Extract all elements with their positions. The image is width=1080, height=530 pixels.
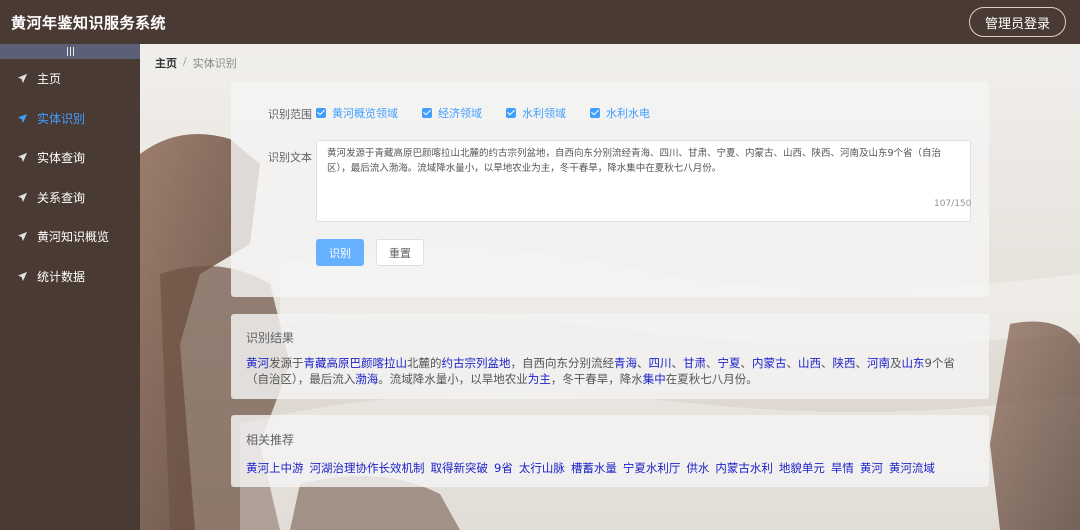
result-segment: ，冬干春旱，降水 (550, 372, 643, 386)
scope-checkbox-label: 经济领域 (438, 107, 482, 120)
sidebar-item-label: 主页 (37, 72, 62, 87)
result-segment: 、 (821, 356, 833, 370)
recommend-link[interactable]: 供水 (686, 460, 709, 476)
scope-label: 识别范围 (268, 108, 312, 121)
main-content: 主页 / 实体识别 识别范围 黄河概览领域 经济领域 水利领域 水利水电 识别文本 1… (140, 44, 1080, 530)
sidebar-item-label: 黄河知识概览 (37, 230, 110, 245)
entity-highlight[interactable]: 内蒙古 (752, 356, 787, 370)
recommend-link[interactable]: 黄河流域 (889, 460, 935, 476)
result-segment: 、 (671, 356, 684, 370)
recognition-form-card: 识别范围 黄河概览领域经济领域水利领域水利水电 识别文本 107/150 识别 … (231, 81, 989, 297)
recommend-link[interactable]: 宁夏水利厅 (623, 460, 681, 476)
result-segment: 、 (637, 356, 649, 370)
sidebar-item-3[interactable]: 关系查询 (0, 178, 140, 218)
sidebar-item-4[interactable]: 黄河知识概览 (0, 217, 140, 257)
result-segment: 、 (740, 356, 753, 370)
entity-highlight[interactable]: 青海 (614, 356, 637, 370)
recommend-link[interactable]: 黄河 (860, 460, 883, 476)
scope-checkbox-label: 水利领域 (522, 107, 566, 120)
send-icon (17, 153, 28, 163)
result-segment: ，自西向东分别流经 (510, 356, 615, 370)
sidebar-item-label: 实体识别 (37, 111, 86, 126)
recognition-textarea[interactable] (316, 140, 971, 222)
result-segment: 、 (786, 356, 799, 370)
result-segment: 在夏秋七八月份。 (665, 372, 758, 386)
recommend-card: 相关推荐 黄河上中游 河湖治理协作长效机制 取得新突破 9省 太行山脉 槽蓄水量 宁夏水利厅… (231, 415, 989, 487)
recommend-link[interactable]: 河湖治理协作长效机制 (310, 460, 425, 476)
sidebar-item-label: 统计数据 (37, 269, 86, 284)
result-text: 黄河发源于青藏高原巴颜喀拉山北麓的约古宗列盆地，自西向东分别流经青海、四川、甘肃… (246, 355, 976, 387)
sidebar-item-label: 关系查询 (37, 190, 86, 205)
entity-highlight[interactable]: 甘肃 (683, 356, 706, 370)
sidebar-item-5[interactable]: 统计数据 (0, 257, 140, 297)
entity-highlight[interactable]: 宁夏 (718, 356, 741, 370)
result-segment: 、 (706, 356, 718, 370)
admin-login-button[interactable]: 管理员登录 (968, 7, 1066, 37)
collapse-icon (66, 47, 74, 56)
result-segment: 及 (890, 356, 902, 370)
entity-highlight[interactable]: 为主 (528, 372, 551, 386)
scope-checkbox-group: 黄河概览领域 经济领域 水利领域 水利水电 (316, 105, 650, 121)
recommend-link[interactable]: 旱情 (831, 460, 854, 476)
recommend-link[interactable]: 黄河上中游 (246, 460, 304, 476)
sidebar-item-1[interactable]: 实体识别 (0, 99, 140, 139)
sidebar-item-0[interactable]: 主页 (0, 59, 140, 99)
breadcrumb-home[interactable]: 主页 (155, 55, 177, 71)
collapse-toggle[interactable] (0, 44, 140, 59)
checkbox-checked-icon (506, 108, 516, 118)
send-icon (17, 271, 28, 281)
recommend-title: 相关推荐 (246, 433, 295, 447)
checkbox-checked-icon (422, 108, 432, 118)
scope-checkbox-2[interactable]: 水利领域 (506, 105, 566, 121)
sidebar-item-label: 实体查询 (37, 151, 86, 166)
scope-checkbox-label: 水利水电 (606, 107, 650, 120)
scope-checkbox-label: 黄河概览领域 (332, 107, 398, 120)
top-bar: 黄河年鉴知识服务系统 管理员登录 (0, 0, 1080, 44)
send-icon (17, 113, 28, 123)
entity-highlight[interactable]: 河南 (867, 356, 890, 370)
entity-highlight[interactable]: 陕西 (833, 356, 856, 370)
breadcrumb: 主页 / 实体识别 (155, 55, 237, 71)
recommend-link[interactable]: 取得新突破 (431, 460, 489, 476)
text-label: 识别文本 (268, 151, 312, 164)
entity-highlight[interactable]: 集中 (643, 372, 666, 386)
recommend-link[interactable]: 地貌单元 (779, 460, 825, 476)
app-title: 黄河年鉴知识服务系统 (11, 13, 167, 32)
checkbox-checked-icon (590, 108, 600, 118)
send-icon (17, 232, 28, 242)
sidebar-item-2[interactable]: 实体查询 (0, 138, 140, 178)
entity-highlight[interactable]: 四川 (649, 356, 672, 370)
sidebar-menu: 主页实体识别实体查询关系查询黄河知识概览 统计数据 (0, 59, 140, 296)
recommend-link[interactable]: 槽蓄水量 (571, 460, 617, 476)
recommend-link[interactable]: 太行山脉 (519, 460, 565, 476)
checkbox-checked-icon (316, 108, 326, 118)
word-count: 107/150 (934, 199, 972, 209)
breadcrumb-separator: / (183, 55, 187, 68)
result-card: 识别结果 黄河发源于青藏高原巴颜喀拉山北麓的约古宗列盆地，自西向东分别流经青海、… (231, 314, 989, 399)
entity-highlight[interactable]: 约古宗列盆地 (442, 356, 511, 370)
result-segment: 北麓的 (407, 356, 442, 370)
result-title: 识别结果 (246, 331, 295, 345)
entity-highlight[interactable]: 黄河 (246, 356, 269, 370)
scope-checkbox-0[interactable]: 黄河概览领域 (316, 105, 398, 121)
result-segment: 、 (855, 356, 868, 370)
entity-highlight[interactable]: 青藏高原巴颜喀拉山 (304, 356, 408, 370)
scope-checkbox-1[interactable]: 经济领域 (422, 105, 482, 121)
scope-checkbox-3[interactable]: 水利水电 (590, 105, 650, 121)
send-icon (17, 74, 28, 84)
recognize-button[interactable]: 识别 (316, 239, 364, 266)
breadcrumb-current: 实体识别 (192, 57, 237, 70)
sidebar: 主页实体识别实体查询关系查询黄河知识概览 统计数据 (0, 44, 140, 530)
recommend-list: 黄河上中游 河湖治理协作长效机制 取得新突破 9省 太行山脉 槽蓄水量 宁夏水利厅 供水 内蒙古… (246, 460, 935, 476)
result-segment: 。流域降水量小，以旱地农业 (378, 372, 528, 386)
result-segment: 发源于 (269, 356, 304, 370)
recommend-link[interactable]: 内蒙古水利 (715, 460, 773, 476)
entity-highlight[interactable]: 山西 (798, 356, 821, 370)
reset-button[interactable]: 重置 (376, 239, 424, 266)
recommend-link[interactable]: 9省 (494, 460, 513, 476)
send-icon (17, 192, 28, 202)
entity-highlight[interactable]: 渤海 (355, 372, 378, 386)
entity-highlight[interactable]: 山东 (902, 356, 925, 370)
